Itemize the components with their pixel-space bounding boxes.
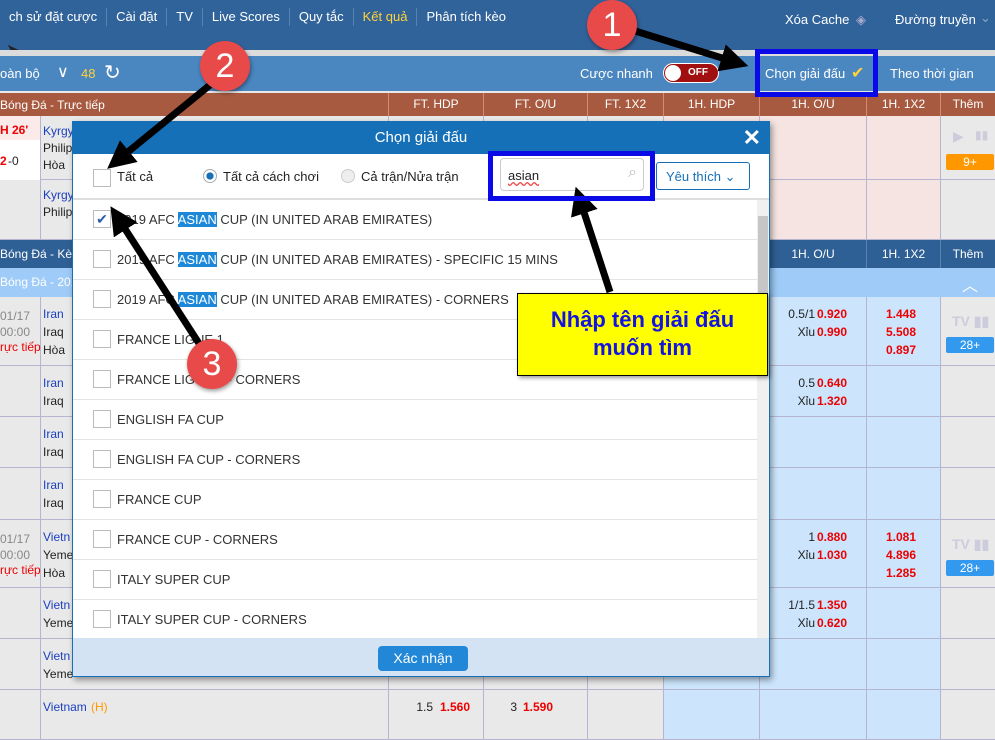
arrow-2 [107,82,213,169]
callout-search-hint: Nhập tên giải đấu muốn tìm [517,293,768,376]
marker-2: 2 [200,41,250,91]
arrow-callout [571,186,614,294]
marker-3: 3 [187,339,237,389]
marker-1: 1 [587,0,637,50]
arrow-3 [110,206,203,347]
highlight-choose-league [755,49,878,97]
highlight-search [488,151,655,201]
arrow-1 [630,26,749,72]
annotation-arrows [107,26,749,347]
